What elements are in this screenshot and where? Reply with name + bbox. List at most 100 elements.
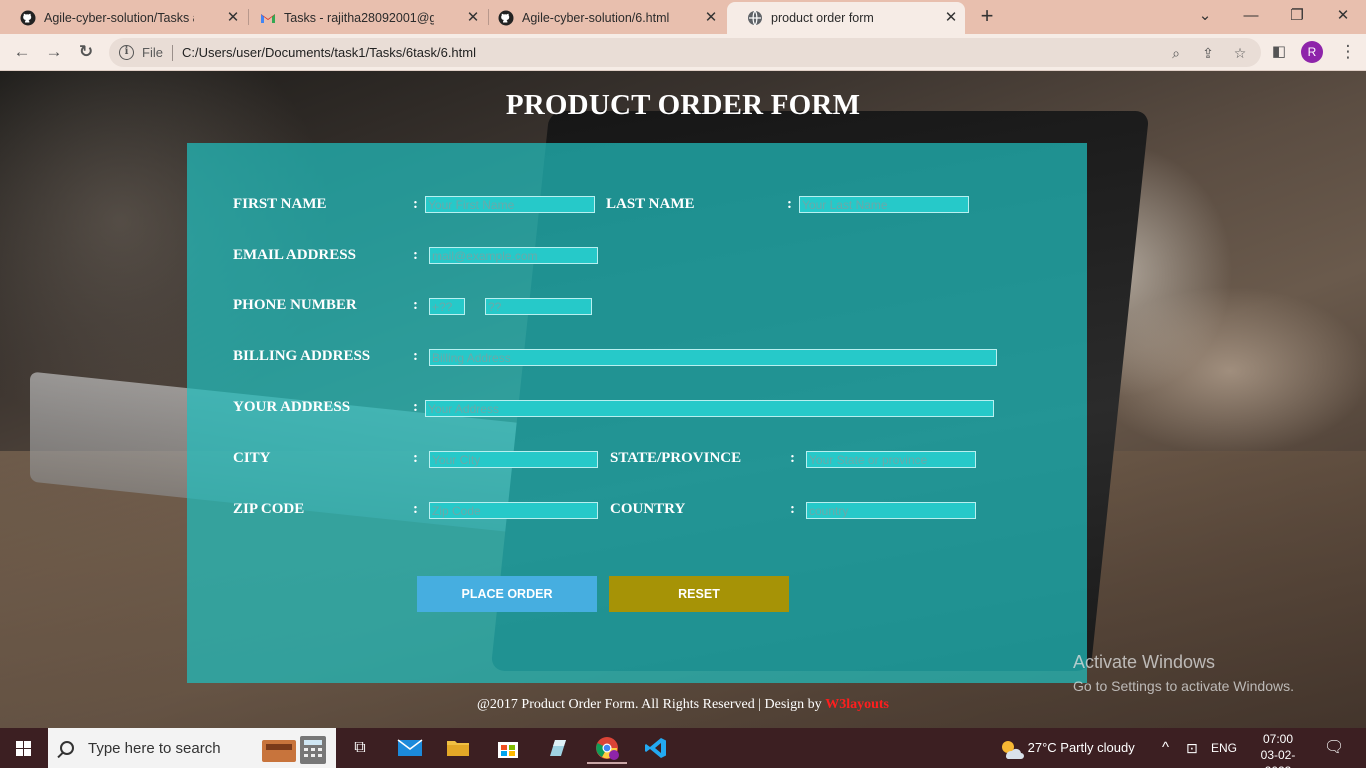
phone-number-input[interactable] (485, 298, 592, 315)
back-arrow-icon[interactable]: ← (11, 41, 33, 63)
vscode-icon[interactable] (636, 732, 676, 764)
separator-colon: : (413, 501, 418, 517)
mail-icon[interactable] (390, 732, 430, 764)
chrome-icon[interactable] (587, 732, 627, 764)
page-footer: @2017 Product Order Form. All Rights Res… (0, 697, 1366, 713)
country-label: COUNTRY (610, 501, 686, 517)
tab-product-order-form[interactable]: product order form ✕ (727, 2, 965, 34)
tab-github-6html[interactable]: Agile-cyber-solution/6.html at m ✕ (478, 2, 725, 34)
last-name-input[interactable] (799, 196, 969, 213)
zoom-icon[interactable]: ⌕ (1167, 44, 1185, 62)
page-title: PRODUCT ORDER FORM (505, 89, 861, 121)
tab-gmail-tasks[interactable]: Tasks - rajitha28092001@gmail.c ✕ (240, 2, 487, 34)
watermark-subtitle: Go to Settings to activate Windows. (1073, 678, 1294, 694)
separator-colon: : (413, 196, 418, 212)
github-icon (498, 10, 514, 26)
restore-button[interactable]: ❐ (1284, 4, 1310, 28)
close-icon[interactable]: ✕ (703, 10, 719, 26)
tab-search-chevron-icon[interactable]: ⌄ (1192, 4, 1218, 28)
phone-code-input[interactable] (429, 298, 465, 315)
separator-colon: : (413, 247, 418, 263)
gmail-icon (261, 14, 275, 23)
reset-button[interactable]: RESET (609, 576, 789, 612)
tab-title: product order form (771, 11, 874, 25)
url-text[interactable]: C:/Users/user/Documents/task1/Tasks/6tas… (182, 45, 476, 60)
watermark-title: Activate Windows (1073, 652, 1216, 672)
activate-windows-watermark: Activate Windows Go to Settings to activ… (1073, 652, 1294, 694)
windows-taskbar: Type here to search ⧉ 27°C Partly cloudy… (0, 728, 1366, 768)
search-highlight-illustration-icon (262, 736, 326, 764)
show-hidden-icons-chevron-icon[interactable]: ^ (1162, 728, 1169, 768)
city-input[interactable] (429, 451, 598, 468)
network-icon[interactable]: ⊡ (1186, 728, 1198, 768)
browser-toolbar: ← → ↻ i File C:/Users/user/Documents/tas… (0, 34, 1366, 71)
github-icon (20, 10, 36, 26)
separator-colon: : (413, 348, 418, 364)
side-panel-icon[interactable]: ◧ (1268, 41, 1290, 63)
clock[interactable]: 07:00 03-02-2023 (1248, 731, 1308, 768)
tab-title: Agile-cyber-solution/6.html at m (522, 11, 672, 25)
clock-time: 07:00 (1262, 732, 1294, 746)
separator-colon: : (413, 450, 418, 466)
footer-text: @2017 Product Order Form. All Rights Res… (477, 697, 826, 712)
forward-arrow-icon[interactable]: → (43, 41, 65, 63)
clock-date: 03-02-2023 (1260, 748, 1296, 768)
state-label: STATE/PROVINCE (610, 450, 742, 466)
tab-title: Tasks - rajitha28092001@gmail.c (284, 11, 434, 25)
minimize-button[interactable]: — (1238, 4, 1264, 28)
page-viewport: PRODUCT ORDER FORM FIRST NAME : LAST NAM… (0, 71, 1366, 728)
billing-address-input[interactable] (429, 349, 997, 366)
menu-kebab-icon[interactable]: ⋮ (1337, 41, 1359, 63)
tab-title: Agile-cyber-solution/Tasks at ma (44, 11, 194, 25)
share-icon[interactable]: ⇪ (1199, 44, 1217, 62)
email-label: EMAIL ADDRESS (233, 247, 356, 263)
zip-code-label: ZIP CODE (233, 501, 305, 517)
notification-icon[interactable]: 🗨 (1324, 728, 1344, 768)
state-input[interactable] (806, 451, 976, 468)
profile-avatar[interactable]: R (1301, 41, 1323, 63)
windows-logo-icon (16, 741, 31, 756)
your-address-label: YOUR ADDRESS (233, 399, 351, 415)
phone-label: PHONE NUMBER (233, 297, 357, 313)
search-icon (60, 741, 74, 755)
first-name-input[interactable] (425, 196, 595, 213)
city-label: CITY (233, 450, 271, 466)
weather-text: 27°C Partly cloudy (1027, 740, 1135, 755)
browser-tab-strip: Agile-cyber-solution/Tasks at ma ✕ Tasks… (0, 0, 1366, 34)
language-indicator[interactable]: ENG (1211, 728, 1237, 768)
file-explorer-icon[interactable] (438, 732, 478, 764)
tab-github-tasks[interactable]: Agile-cyber-solution/Tasks at ma ✕ (0, 2, 247, 34)
start-button[interactable] (0, 728, 48, 768)
close-icon[interactable]: ✕ (943, 10, 959, 26)
place-order-button[interactable]: PLACE ORDER (417, 576, 597, 612)
new-tab-button[interactable]: + (975, 5, 999, 29)
billing-address-label: BILLING ADDRESS (233, 348, 371, 364)
info-icon[interactable]: i (119, 45, 134, 60)
separator-colon: : (790, 450, 795, 466)
weather-widget[interactable]: 27°C Partly cloudy (998, 728, 1135, 768)
your-address-input[interactable] (425, 400, 994, 417)
zip-code-input[interactable] (429, 502, 598, 519)
bookmark-star-icon[interactable]: ☆ (1231, 44, 1249, 62)
separator-colon: : (413, 297, 418, 313)
partly-cloudy-icon (1002, 740, 1024, 759)
close-icon[interactable]: ✕ (225, 10, 241, 26)
separator-colon: : (413, 399, 418, 415)
scheme-label: File (142, 45, 163, 60)
task-view-icon[interactable]: ⧉ (340, 732, 380, 764)
footer-brand-link[interactable]: W3layouts (825, 697, 889, 712)
last-name-label: LAST NAME (606, 196, 695, 212)
globe-icon (748, 10, 762, 26)
address-divider (171, 44, 173, 61)
separator-colon: : (790, 501, 795, 517)
store-icon[interactable] (488, 732, 528, 764)
search-placeholder: Type here to search (88, 739, 221, 757)
email-input[interactable] (429, 247, 598, 264)
country-input[interactable] (806, 502, 976, 519)
reload-icon[interactable]: ↻ (75, 41, 97, 63)
close-window-button[interactable]: ✕ (1330, 4, 1356, 28)
first-name-label: FIRST NAME (233, 196, 327, 212)
taskbar-search-box[interactable]: Type here to search (48, 728, 336, 768)
address-bar[interactable]: i File C:/Users/user/Documents/task1/Tas… (109, 38, 1261, 67)
app-icon[interactable] (538, 732, 578, 764)
